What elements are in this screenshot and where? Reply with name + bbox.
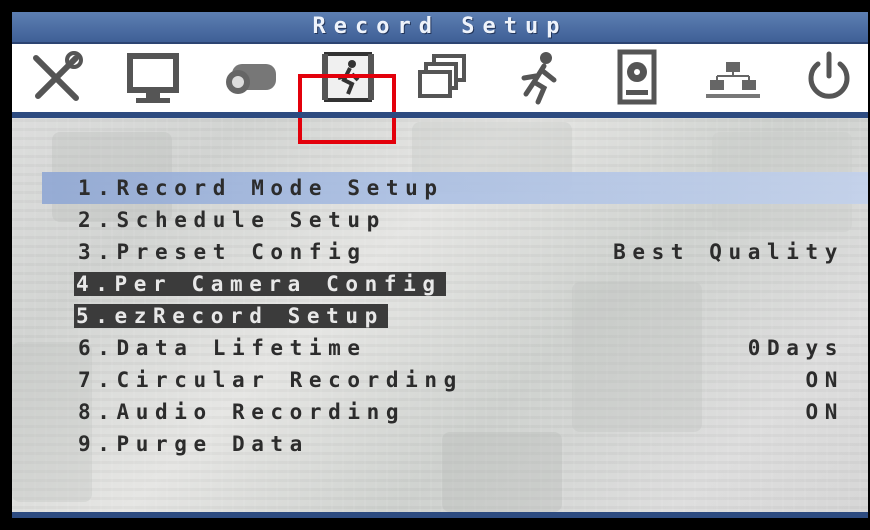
- menu-item-schedule-setup[interactable]: 2.Schedule Setup: [12, 204, 868, 236]
- bottom-bar: [12, 512, 868, 518]
- menu-item-label: 7.Circular Recording: [78, 368, 463, 392]
- power-icon[interactable]: [798, 48, 860, 108]
- icon-bar-divider: [12, 112, 868, 118]
- menu-item-purge-data[interactable]: 9.Purge Data: [12, 428, 868, 460]
- title-bar: Record Setup: [12, 12, 868, 44]
- menu-item-per-camera-config[interactable]: 4.Per Camera Config: [12, 268, 868, 300]
- menu-item-value: ON: [805, 368, 844, 392]
- menu-item-record-mode-setup[interactable]: 1.Record Mode Setup: [12, 172, 868, 204]
- window-title: Record Setup: [312, 14, 568, 39]
- menu-item-label: 1.Record Mode Setup: [78, 176, 444, 200]
- menu-item-preset-config[interactable]: 3.Preset Config Best Quality: [12, 236, 868, 268]
- menu-item-value: 0Days: [747, 336, 844, 360]
- selected-icon-frame: [298, 74, 396, 144]
- tools-icon[interactable]: [26, 48, 88, 108]
- menu-item-data-lifetime[interactable]: 6.Data Lifetime 0Days: [12, 332, 868, 364]
- menu-item-label: 2.Schedule Setup: [78, 208, 386, 232]
- camera-icon[interactable]: [218, 48, 280, 108]
- menu-item-label: 4.Per Camera Config: [74, 272, 446, 296]
- menu-item-circular-recording[interactable]: 7.Circular Recording ON: [12, 364, 868, 396]
- menu-item-audio-recording[interactable]: 8.Audio Recording ON: [12, 396, 868, 428]
- menu-item-value: Best Quality: [613, 240, 844, 264]
- record-setup-screen: Record Setup 1.Record Mode Setup 2.Sched…: [12, 12, 868, 518]
- menu-item-label: 9.Purge Data: [78, 432, 309, 456]
- menu-item-label: 3.Preset Config: [78, 240, 367, 264]
- menu-item-label: 8.Audio Recording: [78, 400, 406, 424]
- menu-item-ezrecord-setup[interactable]: 5.ezRecord Setup: [12, 300, 868, 332]
- menu-icon-bar: [12, 44, 868, 144]
- menu-item-label: 6.Data Lifetime: [78, 336, 367, 360]
- menu-item-value: ON: [805, 400, 844, 424]
- motion-icon[interactable]: [508, 48, 570, 108]
- osd-frame: Record Setup 1.Record Mode Setup 2.Sched…: [0, 0, 870, 530]
- windows-icon[interactable]: [412, 48, 474, 108]
- menu-item-label: 5.ezRecord Setup: [74, 304, 388, 328]
- disk-icon[interactable]: [606, 48, 668, 108]
- network-icon[interactable]: [702, 48, 764, 108]
- monitor-icon[interactable]: [122, 48, 184, 108]
